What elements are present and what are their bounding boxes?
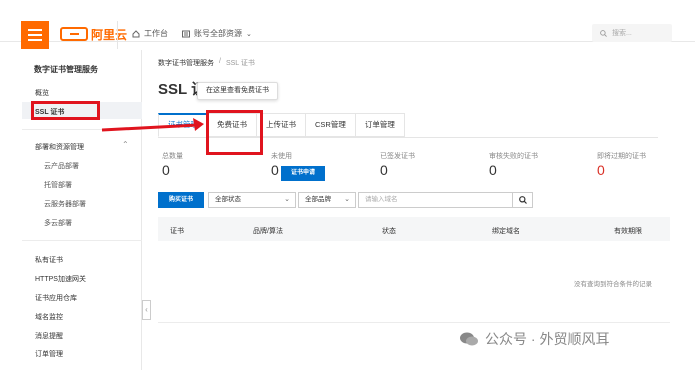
sidebar-title: 数字证书管理服务 <box>34 65 98 74</box>
watermark: 公众号 · 外贸顺风耳 <box>459 329 609 349</box>
workbench-link[interactable]: 工作台 <box>132 28 168 39</box>
sidebar-item-managed-deploy[interactable]: 托管部署 <box>44 180 72 190</box>
topbar-divider <box>117 21 118 49</box>
sidebar: 数字证书管理服务 概览 SSL 证书 部署和资源管理 ⌃ 云产品部署 托管部署 … <box>22 50 142 370</box>
tab-upload-cert[interactable]: 上传证书 <box>257 113 306 137</box>
account-resources-dropdown[interactable]: 账号全部资源 ⌄ <box>182 28 252 39</box>
domain-search-button[interactable] <box>513 192 533 208</box>
watermark-text: 公众号 · 外贸顺风耳 <box>485 331 610 347</box>
brand-name: 阿里云 <box>91 27 128 42</box>
buy-cert-button[interactable]: 购买证书 <box>158 192 204 208</box>
sidebar-group-deploy[interactable]: 部署和资源管理 <box>35 142 84 152</box>
column-header-cert: 证书 <box>170 228 184 235</box>
sidebar-collapse-button[interactable]: ‹ <box>142 300 151 320</box>
stat-unused-value: 0 <box>271 162 279 178</box>
stat-issued-label: 已签发证书 <box>380 153 415 160</box>
tab-order-management[interactable]: 订单管理 <box>355 113 405 137</box>
status-select[interactable]: 全部状态 ⌄ <box>208 192 296 208</box>
search-icon <box>600 29 607 37</box>
breadcrumb-current: SSL 证书 <box>225 60 255 67</box>
menu-icon <box>28 29 42 41</box>
sidebar-item-server-deploy[interactable]: 云服务器部署 <box>44 199 86 209</box>
sidebar-item-private-cert[interactable]: 私有证书 <box>35 255 63 265</box>
stat-unused-label: 未使用 <box>271 153 292 160</box>
brand-select-value: 全部品牌 <box>305 196 331 203</box>
column-header-brand: 品牌/算法 <box>253 228 283 235</box>
status-select-value: 全部状态 <box>215 196 241 203</box>
home-icon <box>132 29 140 37</box>
domain-search-placeholder: 请输入域名 <box>365 196 398 203</box>
stat-issued-value: 0 <box>380 162 388 178</box>
sidebar-item-overview[interactable]: 概览 <box>35 88 49 98</box>
tooltip: 在这里查看免费证书 <box>197 82 278 100</box>
apply-cert-button[interactable]: 证书申请 <box>281 166 325 181</box>
sidebar-item-cert-repo[interactable]: 证书应用仓库 <box>35 293 77 303</box>
sidebar-divider <box>22 240 142 241</box>
breadcrumb: 数字证书管理服务 / SSL 证书 <box>158 58 255 68</box>
search-placeholder: 搜索... <box>612 30 632 37</box>
sidebar-item-orders[interactable]: 订单管理 <box>35 349 63 359</box>
stat-expiring-label: 即将过期的证书 <box>597 153 646 160</box>
brand-select[interactable]: 全部品牌 ⌄ <box>298 192 356 208</box>
table-header <box>158 217 670 241</box>
sidebar-item-https-gateway[interactable]: HTTPS加速网关 <box>35 274 86 284</box>
breadcrumb-separator: / <box>219 58 221 65</box>
sidebar-item-cloud-deploy[interactable]: 云产品部署 <box>44 161 79 171</box>
stat-failed-value: 0 <box>489 162 497 178</box>
search-icon <box>518 196 527 204</box>
chevron-up-icon[interactable]: ⌃ <box>122 140 129 149</box>
annotation-arrow <box>101 118 204 132</box>
chevron-left-icon: ‹ <box>145 305 148 314</box>
sidebar-item-multicloud-deploy[interactable]: 多云部署 <box>44 218 72 228</box>
stat-total-value: 0 <box>162 162 170 178</box>
annotation-box-free-cert <box>206 110 263 155</box>
workbench-label: 工作台 <box>144 29 168 38</box>
table-bottom-border <box>158 322 670 323</box>
chevron-down-icon: ⌄ <box>284 196 290 203</box>
list-icon <box>182 30 190 37</box>
sidebar-item-notifications[interactable]: 消息提醒 <box>35 331 63 341</box>
wechat-icon <box>460 332 478 346</box>
logo-icon <box>60 27 88 41</box>
menu-button[interactable] <box>21 21 49 49</box>
global-search-input[interactable]: 搜索... <box>592 24 672 42</box>
breadcrumb-parent[interactable]: 数字证书管理服务 <box>158 58 214 68</box>
tab-csr-management[interactable]: CSR管理 <box>306 113 356 137</box>
domain-search-input[interactable]: 请输入域名 <box>358 192 513 208</box>
stat-total-label: 总数量 <box>162 153 183 160</box>
annotation-box-ssl-cert <box>31 101 100 120</box>
chevron-down-icon: ⌄ <box>344 196 350 203</box>
account-resources-label: 账号全部资源 <box>194 29 242 38</box>
chevron-down-icon: ⌄ <box>246 30 252 38</box>
stat-expiring-value: 0 <box>597 162 605 178</box>
column-header-validity: 有效期限 <box>614 228 642 235</box>
column-header-domain: 绑定域名 <box>492 228 520 235</box>
stat-failed-label: 审核失败的证书 <box>489 153 538 160</box>
column-header-status: 状态 <box>382 228 396 235</box>
sidebar-item-domain-monitor[interactable]: 域名监控 <box>35 312 63 322</box>
empty-state-text: 没有查询到符合条件的记录 <box>574 281 652 288</box>
